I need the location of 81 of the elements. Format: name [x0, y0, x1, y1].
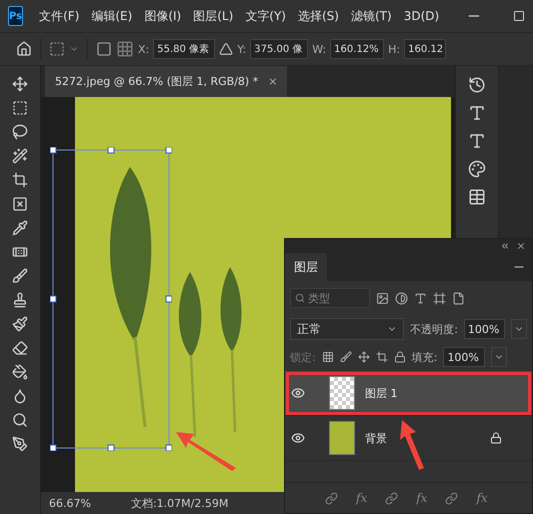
- collapse-icon[interactable]: [500, 241, 510, 251]
- type-icon[interactable]: [414, 292, 427, 304]
- half-circle-icon[interactable]: [395, 292, 408, 304]
- transform-icon[interactable]: [49, 41, 65, 57]
- stamp-icon[interactable]: [12, 292, 28, 308]
- crop-icon[interactable]: [376, 351, 388, 363]
- paint-bucket-icon[interactable]: [12, 364, 28, 380]
- magnifier-icon[interactable]: [12, 412, 28, 428]
- brush-icon[interactable]: [12, 268, 28, 284]
- menu-item[interactable]: 文字(Y): [245, 8, 286, 24]
- w-label: W:: [312, 42, 326, 56]
- zoom-level: 66.67%: [49, 496, 91, 510]
- tab-close[interactable]: ×: [268, 75, 278, 88]
- lock-icon[interactable]: [394, 351, 406, 363]
- panel-tab[interactable]: 图层: [285, 253, 327, 281]
- y-field[interactable]: 375.00 像: [250, 39, 308, 59]
- move-icon[interactable]: [358, 351, 370, 363]
- menu-item[interactable]: 编辑(E): [91, 8, 132, 24]
- menu-item[interactable]: 文件(F): [39, 8, 80, 24]
- h-label: H:: [388, 42, 400, 56]
- layer-name: 图层 1: [365, 386, 398, 400]
- image-icon[interactable]: [376, 292, 389, 304]
- eraser-icon[interactable]: [12, 340, 28, 356]
- palette-icon[interactable]: [468, 160, 486, 178]
- brush-icon[interactable]: [340, 351, 352, 363]
- eye-icon[interactable]: [291, 431, 305, 445]
- menu-item[interactable]: 选择(S): [298, 8, 339, 24]
- w-field[interactable]: 160.12%: [330, 39, 384, 59]
- x-field[interactable]: 55.80 像素: [153, 39, 216, 59]
- fx-button[interactable]: fx: [476, 491, 488, 505]
- menu-item[interactable]: 图像(I): [144, 8, 182, 24]
- opacity-field[interactable]: 100%: [464, 319, 506, 339]
- pen-icon[interactable]: [12, 436, 28, 452]
- menu-item[interactable]: 图层(L): [193, 8, 234, 24]
- type-icon[interactable]: [468, 104, 486, 122]
- checker-icon[interactable]: [322, 351, 334, 363]
- lasso-icon[interactable]: [12, 124, 28, 140]
- droplet-icon[interactable]: [12, 388, 28, 404]
- y-label: Y:: [237, 42, 246, 56]
- lock-icon[interactable]: [490, 432, 502, 444]
- opacity-label: 不透明度:: [410, 322, 458, 336]
- layer-thumbnail: [329, 376, 355, 410]
- transform-box[interactable]: [50, 147, 172, 451]
- blend-mode-select[interactable]: 正常: [290, 318, 404, 340]
- eye-icon[interactable]: [291, 386, 305, 400]
- layer-thumbnail: [329, 421, 355, 455]
- fill-label: 填充:: [412, 350, 438, 364]
- link-icon[interactable]: [325, 492, 338, 504]
- filter-field[interactable]: 类型: [290, 288, 370, 308]
- maximize-icon[interactable]: [512, 10, 525, 22]
- magic-wand-icon[interactable]: [12, 148, 28, 164]
- document-title: 5272.jpeg @ 66.7% (图层 1, RGB/8) *: [55, 74, 258, 89]
- search-icon[interactable]: [295, 293, 305, 303]
- checkbox-icon[interactable]: [96, 41, 112, 57]
- close-icon[interactable]: [516, 241, 526, 251]
- lock-label: 锁定:: [290, 350, 316, 364]
- document-tab[interactable]: 5272.jpeg @ 66.7% (图层 1, RGB/8) * ×: [45, 66, 288, 97]
- app-logo: Ps: [8, 6, 24, 26]
- fx-button[interactable]: fx: [356, 491, 368, 505]
- fx-button[interactable]: fx: [416, 491, 428, 505]
- menu-item[interactable]: 滤镜(T): [350, 8, 392, 24]
- menu-item[interactable]: 3D(D): [404, 9, 440, 23]
- layer-row[interactable]: 图层 1: [285, 371, 532, 416]
- history-icon[interactable]: [468, 76, 486, 94]
- paintbrush-icon[interactable]: [12, 316, 28, 332]
- fill-field[interactable]: 100%: [443, 347, 486, 367]
- link-icon[interactable]: [385, 492, 398, 504]
- eyedropper-icon[interactable]: [12, 220, 28, 236]
- file-icon[interactable]: [452, 292, 465, 304]
- marquee-icon[interactable]: [12, 100, 28, 116]
- move-icon[interactable]: [12, 76, 28, 92]
- layer-name: 背景: [365, 430, 388, 446]
- reference-grid-icon[interactable]: [116, 40, 134, 58]
- x-label: X:: [138, 42, 150, 56]
- table-icon[interactable]: [468, 188, 486, 206]
- h-field[interactable]: 160.12: [404, 39, 446, 59]
- document-size: 文档:1.07M/2.59M: [130, 496, 228, 510]
- link-icon[interactable]: [445, 492, 458, 504]
- home-icon[interactable]: [16, 41, 32, 57]
- crop-icon[interactable]: [12, 172, 28, 188]
- triangle-icon[interactable]: [219, 42, 234, 56]
